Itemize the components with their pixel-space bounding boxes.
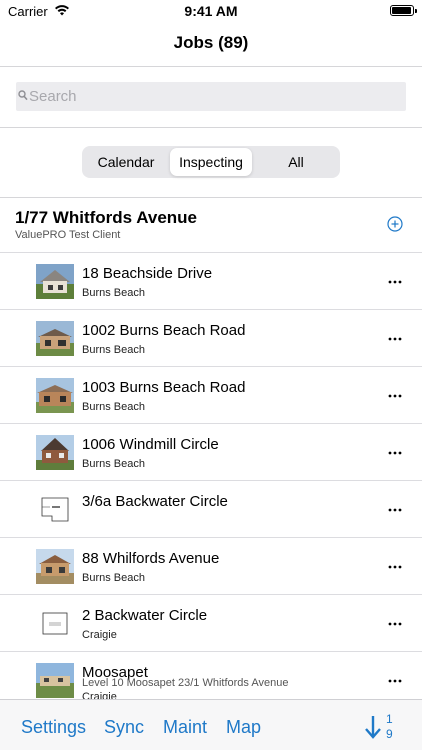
segment-inspecting[interactable]: Inspecting (170, 148, 252, 176)
sort-start-label: 1 (386, 712, 393, 726)
job-suburb: Craigie (82, 629, 117, 641)
list-item[interactable]: 1002 Burns Beach Road Burns Beach (0, 309, 422, 366)
settings-button[interactable]: Settings (21, 717, 86, 738)
group-header: 1/77 Whitfords Avenue ValuePRO Test Clie… (0, 198, 422, 252)
bottom-toolbar: Settings Sync Maint Map 1 9 (0, 699, 422, 750)
job-suburb: Burns Beach (82, 401, 145, 413)
maint-button[interactable]: Maint (163, 717, 207, 738)
job-suburb: Burns Beach (82, 458, 145, 470)
list-item[interactable]: 18 Beachside Drive Burns Beach (0, 252, 422, 309)
house-photo-thumbnail (36, 321, 74, 356)
job-suburb: Burns Beach (82, 287, 145, 299)
row-divider (0, 423, 422, 424)
list-item[interactable]: 3/6a Backwater Circle (0, 480, 422, 537)
more-icon[interactable] (388, 280, 402, 284)
house-photo-thumbnail (36, 378, 74, 413)
row-divider (0, 252, 422, 253)
search-bar[interactable] (16, 82, 406, 111)
house-photo-thumbnail (36, 549, 74, 584)
sort-down-arrow-icon[interactable] (364, 714, 382, 740)
job-list: 18 Beachside Drive Burns Beach 1002 Burn… (0, 252, 422, 699)
more-icon[interactable] (388, 622, 402, 626)
more-icon[interactable] (388, 394, 402, 398)
list-item[interactable]: 1006 Windmill Circle Burns Beach (0, 423, 422, 480)
status-bar: Carrier 9:41 AM (0, 0, 422, 24)
row-divider (0, 594, 422, 595)
list-item[interactable]: 2 Backwater Circle Craigie (0, 594, 422, 651)
clock: 9:41 AM (184, 3, 238, 19)
job-title: 88 Whilfords Avenue (82, 550, 220, 567)
job-suburb: Burns Beach (82, 344, 145, 356)
group-subtitle: ValuePRO Test Client (15, 229, 121, 241)
job-suburb: Burns Beach (82, 572, 145, 584)
more-icon[interactable] (388, 508, 402, 512)
segment-all[interactable]: All (254, 148, 338, 176)
row-divider (0, 309, 422, 310)
nav-divider (0, 66, 422, 67)
more-icon[interactable] (388, 451, 402, 455)
job-title: 1003 Burns Beach Road (82, 379, 246, 396)
map-button[interactable]: Map (226, 717, 261, 738)
row-divider (0, 651, 422, 652)
search-divider (0, 127, 422, 128)
job-title: 2 Backwater Circle (82, 607, 208, 624)
job-suburb: Craigie (82, 691, 117, 699)
row-divider (0, 366, 422, 367)
job-title: 1002 Burns Beach Road (82, 322, 246, 339)
sort-end-label: 9 (386, 727, 393, 741)
search-input[interactable] (29, 82, 399, 111)
job-title: 3/6a Backwater Circle (82, 493, 228, 510)
group-title: 1/77 Whitfords Avenue (15, 208, 197, 227)
job-filter-segmented-control: Calendar Inspecting All (82, 146, 340, 178)
more-icon[interactable] (388, 679, 402, 683)
plus-circle-icon[interactable] (387, 216, 403, 232)
job-address: Level 10 Moosapet 23/1 Whitfords Avenue (82, 677, 289, 689)
page-title: Jobs (89) (173, 33, 249, 52)
list-item[interactable]: 88 Whilfords Avenue Burns Beach (0, 537, 422, 594)
more-icon[interactable] (388, 565, 402, 569)
row-divider (0, 480, 422, 481)
segment-calendar[interactable]: Calendar (84, 148, 168, 176)
row-divider (0, 537, 422, 538)
search-icon (18, 90, 28, 101)
list-item[interactable]: 1003 Burns Beach Road Burns Beach (0, 366, 422, 423)
job-title: 18 Beachside Drive (82, 265, 213, 282)
house-photo-thumbnail (36, 435, 74, 470)
more-icon[interactable] (388, 337, 402, 341)
floor-plan-thumbnail (36, 492, 74, 527)
house-photo-thumbnail (36, 264, 74, 299)
job-title: 1006 Windmill Circle (82, 436, 219, 453)
floor-plan-thumbnail (36, 606, 74, 641)
battery-icon (390, 5, 417, 16)
list-item[interactable]: Moosapet Level 10 Moosapet 23/1 Whitford… (0, 651, 422, 699)
sync-button[interactable]: Sync (104, 717, 144, 738)
house-photo-thumbnail (36, 663, 74, 698)
